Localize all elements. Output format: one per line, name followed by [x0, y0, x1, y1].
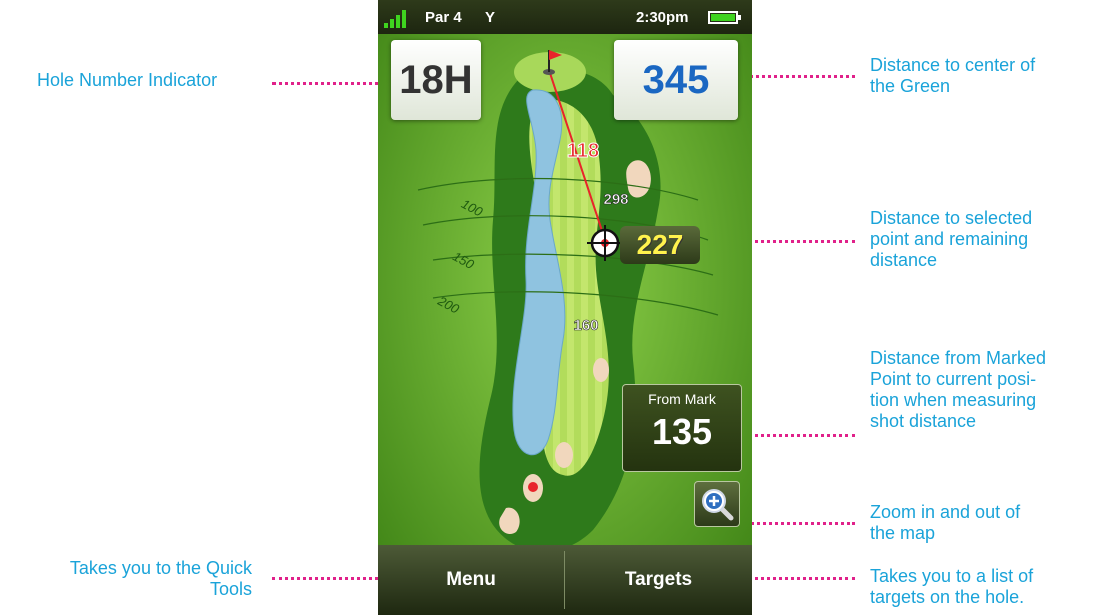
- callout-quick-tools: Takes you to the Quick Tools: [20, 558, 252, 600]
- callout-line: Takes you to the Quick: [69, 558, 252, 578]
- bunker: [555, 442, 573, 468]
- from-mark-value: 135: [651, 411, 713, 452]
- callout-line: Distance from Marked: [870, 348, 1047, 368]
- menu-button[interactable]: Menu: [378, 545, 564, 615]
- callout-line: Zoom in and out of: [870, 502, 1021, 522]
- signal-icon: [384, 6, 414, 28]
- phone-screen: 100 150 200 118 298 160 Par 4 Y 2:30pm 1…: [378, 0, 752, 615]
- target-distance: 227: [636, 229, 684, 260]
- callout-line: distance: [870, 250, 938, 270]
- callout-selected-point: Distance to selected point and remaining…: [870, 208, 1032, 271]
- from-mark-box[interactable]: From Mark 135: [622, 384, 742, 472]
- battery-icon: [708, 11, 741, 24]
- leader-marked-point: [742, 434, 855, 437]
- hole-number-indicator: 18H: [391, 40, 481, 120]
- callout-center-distance: Distance to center of the Green: [870, 55, 1035, 97]
- targets-button[interactable]: Targets: [565, 545, 752, 615]
- zoom-in-icon: [702, 489, 734, 521]
- from-mark-label: From Mark: [648, 391, 716, 407]
- bottom-bar: Menu Targets: [378, 545, 752, 615]
- hole-number: 18H: [399, 58, 473, 102]
- callout-line: Tools: [209, 579, 252, 599]
- leader-hole-number: [272, 82, 392, 85]
- par-label: Par 4: [425, 9, 462, 26]
- distance-marker: 118: [567, 140, 599, 162]
- center-distance-box: 345: [614, 40, 738, 120]
- callout-line: point and remaining: [870, 229, 1029, 249]
- callout-line: Takes you to a list of: [870, 566, 1034, 586]
- center-distance: 345: [642, 58, 710, 102]
- callout-marked-point: Distance from Marked Point to current po…: [870, 348, 1046, 432]
- callout-line: the Green: [870, 76, 951, 96]
- status-bar: Par 4 Y 2:30pm: [378, 0, 752, 34]
- distance-marker: 298: [603, 191, 628, 208]
- callout-targets-list: Takes you to a list of targets on the ho…: [870, 566, 1033, 608]
- zoom-button[interactable]: [694, 481, 740, 527]
- callout-line: Distance to selected: [870, 208, 1033, 228]
- callout-line: targets on the hole.: [870, 587, 1025, 607]
- callout-zoom: Zoom in and out of the map: [870, 502, 1020, 544]
- target-distance-label: 227: [620, 226, 700, 264]
- callout-text: Hole Number Indicator: [37, 70, 218, 90]
- tee-marker: [528, 482, 538, 492]
- callout-line: tion when measuring: [870, 390, 1037, 410]
- distance-marker: 160: [573, 317, 598, 334]
- callout-line: shot distance: [870, 411, 977, 431]
- callout-line: Distance to center of: [870, 55, 1036, 75]
- callout-line: Point to current posi-: [870, 369, 1037, 389]
- callout-line: the map: [870, 523, 936, 543]
- clock: 2:30pm: [636, 9, 689, 26]
- bunker: [593, 358, 609, 382]
- tee-label: Y: [485, 9, 496, 26]
- callout-hole-number: Hole Number Indicator: [37, 70, 217, 91]
